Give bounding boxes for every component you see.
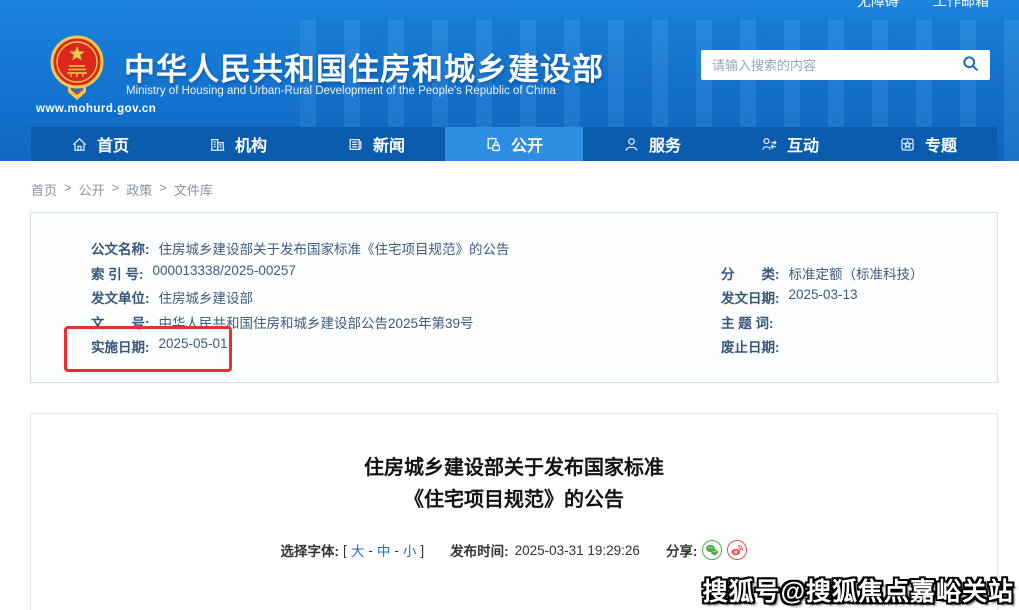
meta-doc-no: 文 号: 中华人民共和国住房和城乡建设部公告2025年第39号 [91,312,474,332]
meta-issuing-unit: 发文单位: 住房城乡建设部 [91,287,253,307]
topics-icon [899,136,916,153]
font-size-small-button[interactable]: 小 [403,540,417,560]
meta-issue-date: 发文日期: 2025-03-13 [721,287,858,307]
nav-label: 机构 [235,132,267,156]
nav-item-organization[interactable]: 机构 [169,127,307,161]
organization-icon [209,136,226,153]
nav-item-interaction[interactable]: 互动 [721,127,859,161]
meta-label: 分 类: [721,263,780,283]
news-icon [347,136,364,153]
disclosure-icon [485,136,502,153]
meta-label: 公文名称: [91,238,150,258]
font-size-separator: - [368,543,373,558]
meta-abolish-date: 废止日期: [721,336,789,356]
meta-index-no: 索 引 号: 000013338/2025-00257 [91,263,296,283]
nav-label: 首页 [97,132,129,156]
meta-category: 分 类: 标准定额（标准科技） [721,263,924,283]
meta-label: 实施日期: [91,336,150,356]
share-label: 分享: [666,540,698,560]
main-nav: 首页 机构 新闻 [31,127,997,161]
national-emblem-logo [50,35,104,106]
search-button[interactable] [958,53,982,77]
weibo-share-icon[interactable] [727,540,747,560]
breadcrumb-disclosure[interactable]: 公开 [79,180,105,199]
meta-impl-date: 实施日期: 2025-05-01 [91,336,228,356]
font-selector-label: 选择字体: [281,540,340,560]
meta-label: 文 号: [91,312,150,332]
article-title-line1: 住房城乡建设部关于发布国家标准 [31,452,997,484]
accessibility-link[interactable]: 无障碍 [857,0,899,11]
wechat-share-icon[interactable] [702,540,722,560]
site-url: www.mohurd.gov.cn [36,103,156,115]
bracket-close: ] [420,543,424,558]
share-group: 分享: [666,540,748,560]
service-icon [623,136,640,153]
font-size-medium-button[interactable]: 中 [377,540,391,560]
interaction-icon [761,136,778,153]
publish-time-group: 发布时间: 2025-03-31 19:29:26 [450,540,640,560]
home-icon [71,136,88,153]
meta-label: 发文日期: [721,287,780,307]
document-meta-panel: 公文名称: 住房城乡建设部关于发布国家标准《住宅项目规范》的公告 索 引 号: … [30,212,998,383]
nav-item-news[interactable]: 新闻 [307,127,445,161]
sohu-watermark: 搜狐号@搜狐焦点嘉峪关站 [703,572,1014,608]
publish-time-label: 发布时间: [450,540,509,560]
search-icon [962,55,979,75]
meta-label: 主 题 词: [721,312,774,332]
breadcrumb-library[interactable]: 文件库 [174,180,213,199]
meta-value: 住房城乡建设部关于发布国家标准《住宅项目规范》的公告 [159,238,510,258]
article-title-line2: 《住宅项目规范》的公告 [31,484,997,516]
nav-label: 公开 [511,132,543,156]
page: 无障碍 工作邮箱 中华人民共和国住房和城乡建设部 Ministry of Hou… [0,0,1019,610]
breadcrumb-separator: > [159,180,167,199]
nav-item-topics[interactable]: 专题 [859,127,997,161]
meta-value: 2025-05-01 [159,336,228,356]
font-size-separator: - [394,543,399,558]
meta-doc-name: 公文名称: 住房城乡建设部关于发布国家标准《住宅项目规范》的公告 [91,238,510,258]
nav-label: 专题 [925,132,957,156]
search-box [701,50,990,80]
nav-label: 新闻 [373,132,405,156]
work-mail-link[interactable]: 工作邮箱 [933,0,989,11]
search-input[interactable] [712,58,958,73]
meta-value: 2025-03-13 [789,287,858,307]
font-size-selector: 选择字体: [ 大 - 中 - 小 ] [281,540,425,560]
site-title: 中华人民共和国住房和城乡建设部 [124,44,604,89]
meta-label: 发文单位: [91,287,150,307]
topbar-links: 无障碍 工作邮箱 [857,0,989,11]
meta-label: 废止日期: [721,336,780,356]
meta-value: 住房城乡建设部 [159,287,254,307]
article-title: 住房城乡建设部关于发布国家标准 《住宅项目规范》的公告 [31,452,997,516]
site-subtitle-en: Ministry of Housing and Urban-Rural Deve… [126,85,556,97]
meta-value: 000013338/2025-00257 [153,263,296,283]
breadcrumb: 首页 > 公开 > 政策 > 文件库 [31,180,213,199]
article-meta-row: 选择字体: [ 大 - 中 - 小 ] 发布时间: 2025-03-31 19:… [31,540,997,560]
nav-item-service[interactable]: 服务 [583,127,721,161]
nav-label: 互动 [787,132,819,156]
breadcrumb-separator: > [112,180,120,199]
bracket-open: [ [343,543,347,558]
font-size-large-button[interactable]: 大 [351,540,365,560]
meta-subject-words: 主 题 词: [721,312,783,332]
meta-value: 标准定额（标准科技） [789,263,924,283]
nav-label: 服务 [649,132,681,156]
publish-time-value: 2025-03-31 19:29:26 [515,543,640,558]
breadcrumb-home[interactable]: 首页 [31,180,57,199]
breadcrumb-policy[interactable]: 政策 [126,180,152,199]
nav-item-home[interactable]: 首页 [31,127,169,161]
nav-item-disclosure[interactable]: 公开 [445,127,583,161]
meta-label: 索 引 号: [91,263,144,283]
meta-value: 中华人民共和国住房和城乡建设部公告2025年第39号 [159,312,474,332]
breadcrumb-separator: > [64,180,72,199]
